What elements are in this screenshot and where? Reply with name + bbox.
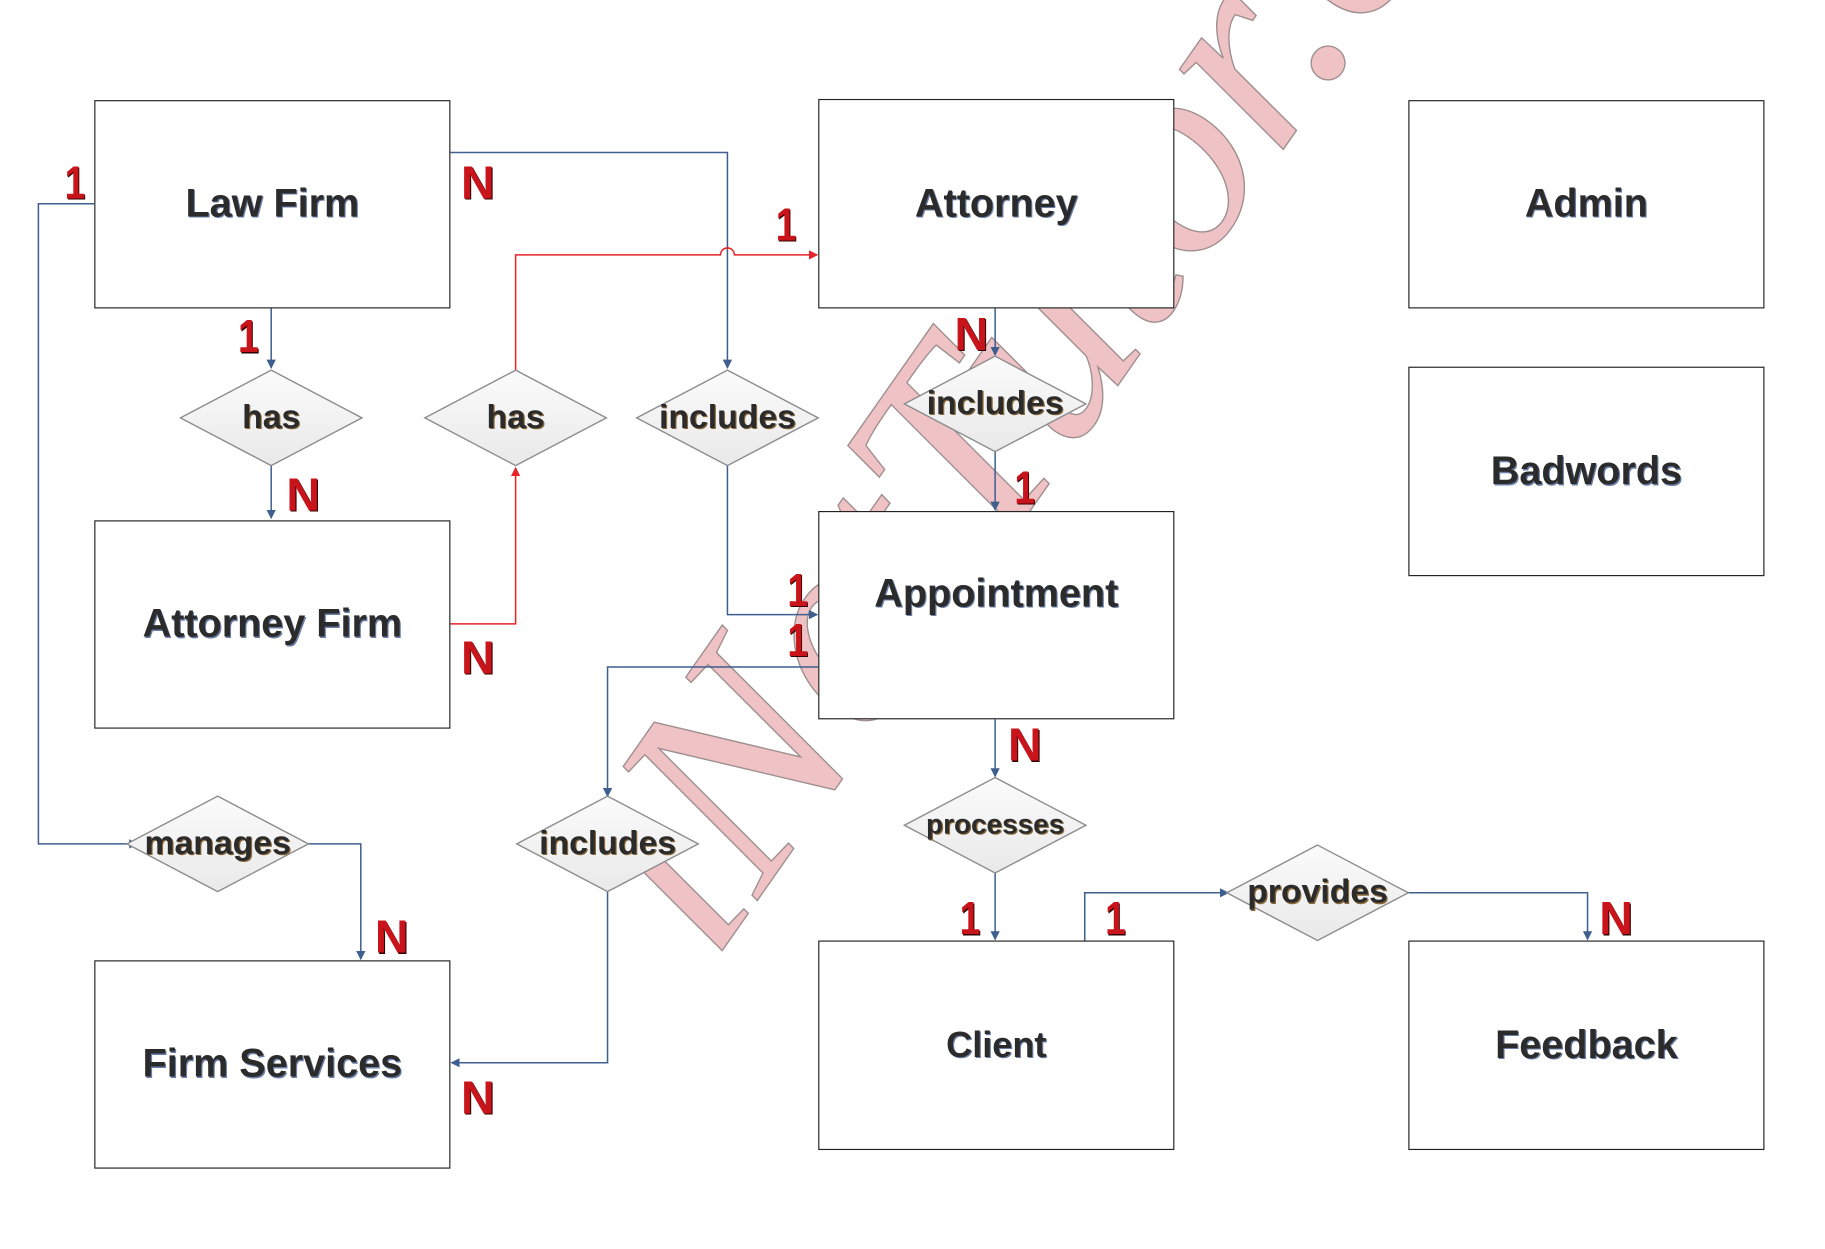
edge-has-attorney (514, 247, 819, 371)
entity-firm-services[interactable]: Firm Services (94, 960, 451, 1169)
entity-label: Law Firm (185, 181, 360, 226)
cardinality-marker: 1 (775, 199, 797, 251)
cardinality-marker: N (460, 157, 495, 209)
entity-attorney-firm[interactable]: Attorney Firm (94, 520, 451, 729)
entity-label: Firm Services (142, 1041, 403, 1087)
entity-admin[interactable]: Admin (1408, 100, 1765, 309)
diamond-manages (125, 795, 310, 893)
edge-manages-services (306, 843, 366, 961)
cardinality-marker: 1 (787, 615, 808, 667)
cardinality-marker: N (1008, 719, 1042, 772)
entity-label: Admin (1524, 181, 1648, 226)
edge-attorneyfirm-has (450, 466, 521, 625)
entity-law-firm[interactable]: Law Firm (94, 100, 451, 309)
entity-feedback[interactable]: Feedback (1408, 940, 1765, 1151)
edge-provides-feedback (1408, 892, 1593, 941)
cardinality-marker: 1 (1105, 893, 1126, 945)
er-diagram-canvas: iNetTutor.com Law Firm Attorney Admin Ba… (0, 0, 1825, 1249)
cardinality-marker: 1 (1014, 462, 1035, 514)
cardinality-marker: N (374, 911, 409, 964)
edge-includes-services (450, 891, 609, 1068)
cardinality-marker: 1 (64, 157, 86, 209)
entity-label: Badwords (1490, 448, 1683, 493)
entity-badwords[interactable]: Badwords (1408, 366, 1765, 577)
cardinality-marker: N (954, 309, 988, 361)
cardinality-marker: N (460, 632, 495, 684)
entity-label: Appointment (874, 571, 1119, 616)
cardinality-marker: 1 (238, 311, 259, 363)
cardinality-marker: N (286, 469, 320, 521)
diamond-includes-3 (515, 795, 700, 893)
diamond-processes (902, 776, 1088, 874)
edge-appointment-includes (602, 666, 819, 798)
cardinality-marker: N (460, 1072, 495, 1124)
diamond-has-1 (178, 369, 364, 467)
entity-label: Attorney Firm (142, 601, 403, 647)
entity-attorney[interactable]: Attorney (818, 98, 1175, 309)
cardinality-marker: 1 (787, 565, 808, 617)
diamond-includes-1 (635, 369, 820, 467)
diamond-has-2 (423, 369, 608, 467)
diamond-includes-2 (902, 355, 1088, 453)
entity-client[interactable]: Client (818, 940, 1175, 1151)
entity-appointment[interactable]: Appointment (818, 510, 1175, 720)
entity-label: Client (946, 1024, 1047, 1066)
cardinality-marker: 1 (959, 893, 981, 945)
diamond-provides (1225, 844, 1410, 942)
entity-label: Attorney (914, 181, 1078, 226)
entity-label: Feedback (1495, 1022, 1678, 1067)
cardinality-marker: N (1599, 893, 1633, 945)
